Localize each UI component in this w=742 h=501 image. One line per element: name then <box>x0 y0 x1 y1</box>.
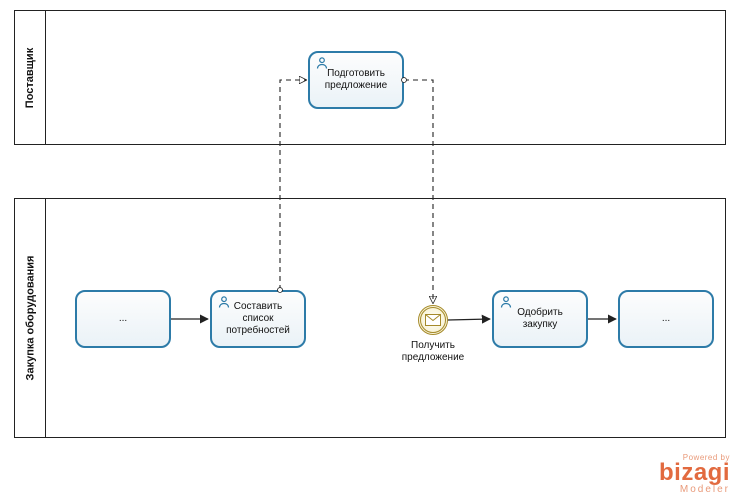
task-label: Одобрить закупку <box>500 307 580 331</box>
logo-brand: bizagi <box>659 462 730 484</box>
task-label: Подготовить предложение <box>316 68 396 92</box>
pool-label-col: Закупка оборудования <box>15 199 46 437</box>
event-receive-offer-label: Получить предложение <box>393 340 473 364</box>
user-icon <box>217 295 231 309</box>
pool-procurement-label: Закупка оборудования <box>24 256 36 381</box>
task-label: ... <box>119 313 127 325</box>
pool-label-col: Поставщик <box>15 11 46 144</box>
task-placeholder-right[interactable]: ... <box>618 290 714 348</box>
pool-supplier-label: Поставщик <box>24 47 36 107</box>
envelope-icon <box>425 314 441 326</box>
task-label: ... <box>662 313 670 325</box>
task-approve-purchase[interactable]: Одобрить закупку <box>492 290 588 348</box>
event-receive-offer[interactable] <box>418 305 448 335</box>
logo: Powered by bizagi Modeler <box>659 453 730 495</box>
task-prepare-offer[interactable]: Подготовить предложение <box>308 51 404 109</box>
task-placeholder-left[interactable]: ... <box>75 290 171 348</box>
user-icon <box>499 295 513 309</box>
task-compile-needs[interactable]: Составить список потребностей <box>210 290 306 348</box>
user-icon <box>315 56 329 70</box>
